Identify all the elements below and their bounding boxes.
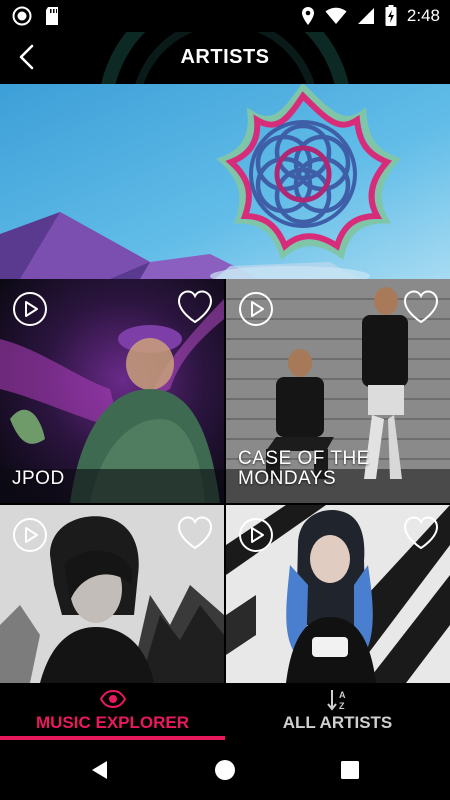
artist-tile[interactable]	[0, 505, 224, 683]
artist-name: CASE OF THE MONDAYS	[238, 448, 370, 489]
system-navigation-bar	[0, 740, 450, 800]
artist-tile[interactable]: JPOD	[0, 279, 224, 503]
recents-square-icon[interactable]	[340, 760, 360, 780]
artist-name: JPOD	[12, 468, 65, 489]
wifi-icon	[325, 7, 347, 24]
sd-card-icon	[46, 7, 58, 25]
back-triangle-icon[interactable]	[89, 759, 111, 781]
signal-icon	[357, 7, 374, 24]
svg-text:Z: Z	[339, 701, 345, 711]
app-bar: ARTISTS	[0, 32, 450, 84]
heart-icon[interactable]	[176, 289, 214, 325]
status-bar: 2:48	[0, 0, 450, 32]
play-icon[interactable]	[238, 517, 274, 553]
featured-banner[interactable]	[0, 84, 450, 279]
play-icon[interactable]	[12, 291, 48, 327]
location-icon	[301, 6, 314, 25]
artist-grid: JPOD CASE OF THE MONDAYS	[0, 279, 450, 683]
heart-icon[interactable]	[176, 515, 214, 551]
home-circle-icon[interactable]	[214, 759, 236, 781]
svg-text:A: A	[339, 690, 346, 700]
notification-record-icon	[12, 6, 32, 26]
tab-music-explorer[interactable]: MUSIC EXPLORER	[0, 683, 225, 740]
heart-icon[interactable]	[402, 289, 440, 325]
battery-charging-icon	[385, 5, 397, 26]
artist-tile[interactable]	[226, 505, 450, 683]
heart-icon[interactable]	[402, 515, 440, 551]
status-time: 2:48	[406, 5, 440, 25]
banner-artwork	[0, 84, 450, 279]
eye-icon	[99, 689, 126, 709]
artist-tile[interactable]: CASE OF THE MONDAYS	[226, 279, 450, 503]
tab-label: ALL ARTISTS	[282, 713, 393, 732]
sort-az-icon: A Z	[326, 690, 346, 711]
page-title: ARTISTS	[180, 46, 270, 68]
tab-all-artists[interactable]: A Z ALL ARTISTS	[225, 683, 450, 740]
play-icon[interactable]	[12, 517, 48, 553]
bottom-navigation: MUSIC EXPLORER A Z ALL ARTISTS	[0, 683, 450, 740]
play-icon[interactable]	[238, 291, 274, 327]
tab-label: MUSIC EXPLORER	[35, 713, 190, 732]
